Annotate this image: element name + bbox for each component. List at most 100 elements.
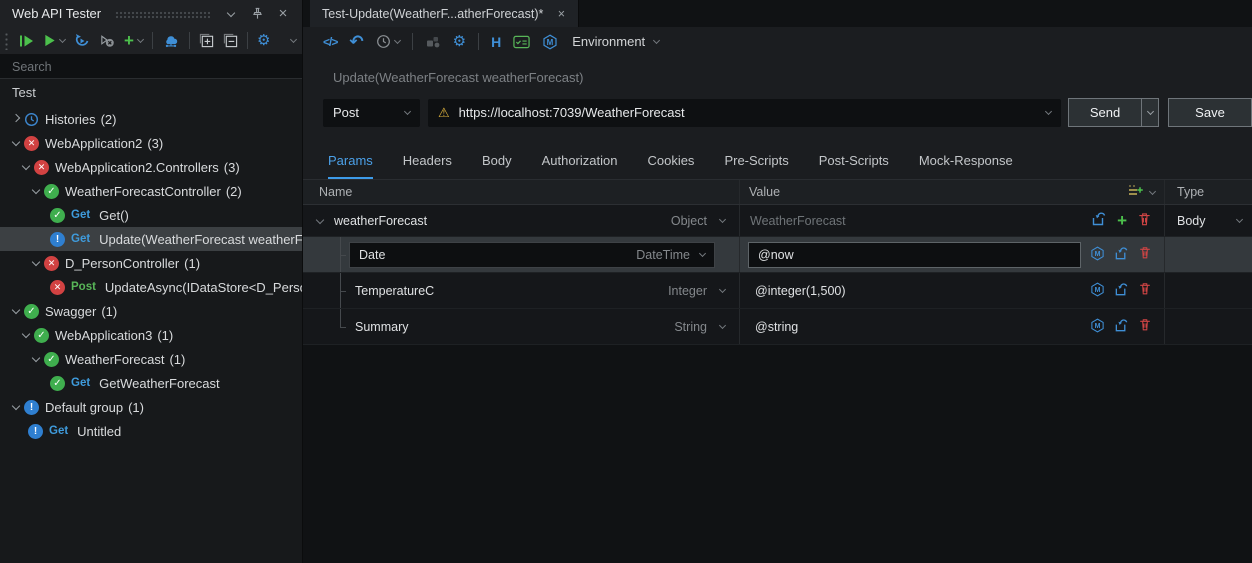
history-button[interactable]: [376, 34, 401, 49]
send-button[interactable]: Send: [1068, 98, 1141, 127]
delete-icon[interactable]: [1138, 246, 1152, 263]
tree-connector: [333, 273, 349, 308]
param-name[interactable]: weatherForecast: [334, 214, 427, 228]
request-settings-icon[interactable]: ⚙: [453, 34, 466, 49]
param-name-input[interactable]: Date DateTime: [349, 241, 715, 268]
toolbar-overflow-button[interactable]: [289, 35, 298, 44]
success-status-icon: [44, 183, 59, 199]
add-param-rows-icon[interactable]: [1127, 184, 1144, 201]
url-input[interactable]: [458, 105, 1037, 120]
chevron-down-icon[interactable]: [718, 215, 727, 224]
run-button[interactable]: [44, 34, 67, 47]
tree-item-default-group[interactable]: Default group (1): [0, 395, 302, 419]
expand-all-button[interactable]: [199, 33, 214, 48]
tree-item-untitled[interactable]: Get Untitled: [0, 419, 302, 443]
expander-icon: [11, 401, 21, 411]
drag-grip[interactable]: [115, 11, 210, 19]
tab-pre-scripts[interactable]: Pre-Scripts: [724, 143, 788, 179]
tree-item-weatherforecast-group[interactable]: WeatherForecast (1): [0, 347, 302, 371]
tests-checklist-icon[interactable]: [513, 35, 530, 49]
svg-text:M: M: [1095, 323, 1101, 330]
mock-icon[interactable]: M: [542, 34, 558, 50]
row-expander-icon[interactable]: [315, 215, 325, 224]
param-value[interactable]: @string: [755, 320, 798, 334]
delete-icon[interactable]: [1137, 212, 1152, 230]
close-icon[interactable]: ×: [554, 5, 568, 23]
tree-item-swagger[interactable]: Swagger (1): [0, 299, 302, 323]
bulk-generate-icon[interactable]: [425, 34, 441, 49]
param-datatype[interactable]: String: [674, 320, 707, 334]
warning-status-icon: [50, 231, 65, 247]
add-button[interactable]: +: [124, 32, 144, 49]
chevron-down-icon[interactable]: [718, 321, 727, 330]
restart-button[interactable]: [74, 33, 90, 49]
method-select[interactable]: Post: [323, 98, 420, 127]
request-toolbar: </> ↶ ⚙ H M Environment: [303, 27, 1252, 56]
tree-item-webapplication3[interactable]: WebApplication3 (1): [0, 323, 302, 347]
send-options-button[interactable]: [1141, 98, 1159, 127]
param-datatype[interactable]: DateTime: [636, 248, 690, 262]
param-value-placeholder[interactable]: WeatherForecast: [750, 214, 846, 228]
chevron-down-icon[interactable]: [718, 285, 727, 294]
import-value-icon[interactable]: [1114, 282, 1129, 300]
document-tab[interactable]: Test-Update(WeatherF...atherForecast)* ×: [310, 0, 580, 27]
delete-icon[interactable]: [1138, 318, 1152, 335]
param-name[interactable]: Summary: [355, 320, 408, 334]
close-icon[interactable]: ×: [274, 5, 292, 23]
mock-value-icon[interactable]: M: [1090, 318, 1105, 336]
collection-root[interactable]: Test: [0, 79, 302, 105]
add-param-icon[interactable]: +: [1117, 212, 1127, 229]
tab-headers[interactable]: Headers: [403, 143, 452, 179]
mock-value-icon[interactable]: M: [1090, 282, 1105, 300]
toolbar-grip[interactable]: [4, 31, 10, 50]
settings-button[interactable]: ⚙: [257, 33, 270, 48]
tree-item-getweatherforecast[interactable]: Get GetWeatherForecast: [0, 371, 302, 395]
import-value-icon[interactable]: [1114, 246, 1129, 264]
tree-item-webapplication2[interactable]: WebApplication2 (3): [0, 131, 302, 155]
param-name[interactable]: TemperatureC: [355, 284, 434, 298]
tab-post-scripts[interactable]: Post-Scripts: [819, 143, 889, 179]
run-all-button[interactable]: [19, 34, 35, 48]
tree-item-webapplication2-controllers[interactable]: WebApplication2.Controllers (3): [0, 155, 302, 179]
code-view-icon[interactable]: </>: [323, 35, 338, 49]
expander-icon: [31, 353, 41, 363]
tree-item-updateasync[interactable]: Post UpdateAsync(IDataStore<D_Person>: [0, 275, 302, 299]
tree-item-get[interactable]: Get Get(): [0, 203, 302, 227]
tree-item-update-selected[interactable]: Get Update(WeatherForecast weatherForeca…: [0, 227, 302, 251]
url-dropdown-chevron-icon[interactable]: [1044, 107, 1053, 116]
tree-item-weatherforecastcontroller[interactable]: WeatherForecastController (2): [0, 179, 302, 203]
undo-icon[interactable]: ↶: [349, 33, 363, 50]
chevron-down-icon[interactable]: [1235, 215, 1244, 224]
mock-value-icon[interactable]: M: [1090, 246, 1105, 264]
tree-item-d-personcontroller[interactable]: D_PersonController (1): [0, 251, 302, 275]
params-table-header: Name Value Type: [303, 179, 1252, 205]
delete-icon[interactable]: [1138, 282, 1152, 299]
param-datatype[interactable]: Object: [671, 214, 707, 228]
success-status-icon: [34, 327, 49, 343]
body-type-select[interactable]: Body: [1177, 214, 1206, 228]
panel-menu-button[interactable]: [222, 5, 240, 23]
tab-mock-response[interactable]: Mock-Response: [919, 143, 1013, 179]
history-dropdown-chevron-icon: [393, 36, 401, 45]
chevron-down-icon[interactable]: [698, 249, 707, 258]
pin-icon[interactable]: [248, 5, 266, 23]
tab-params[interactable]: Params: [328, 143, 373, 179]
chevron-down-icon[interactable]: [1148, 187, 1157, 195]
import-value-icon[interactable]: [1114, 318, 1129, 336]
stop-run-button[interactable]: [99, 33, 115, 48]
param-value[interactable]: @integer(1,500): [755, 284, 846, 298]
import-value-icon[interactable]: [1091, 211, 1107, 230]
param-datatype[interactable]: Integer: [668, 284, 707, 298]
api-cloud-button[interactable]: [162, 33, 180, 48]
tab-authorization[interactable]: Authorization: [542, 143, 618, 179]
tab-cookies[interactable]: Cookies: [647, 143, 694, 179]
headers-toggle-icon[interactable]: H: [491, 34, 501, 50]
environment-select[interactable]: Environment: [570, 34, 661, 49]
collapse-all-button[interactable]: [223, 33, 238, 48]
param-value-input[interactable]: @now: [748, 241, 1081, 268]
search-input[interactable]: [0, 59, 302, 74]
tab-body[interactable]: Body: [482, 143, 512, 179]
method-badge: Get: [71, 377, 91, 389]
save-button[interactable]: Save: [1168, 98, 1252, 127]
tree-item-histories[interactable]: Histories (2): [0, 107, 302, 131]
